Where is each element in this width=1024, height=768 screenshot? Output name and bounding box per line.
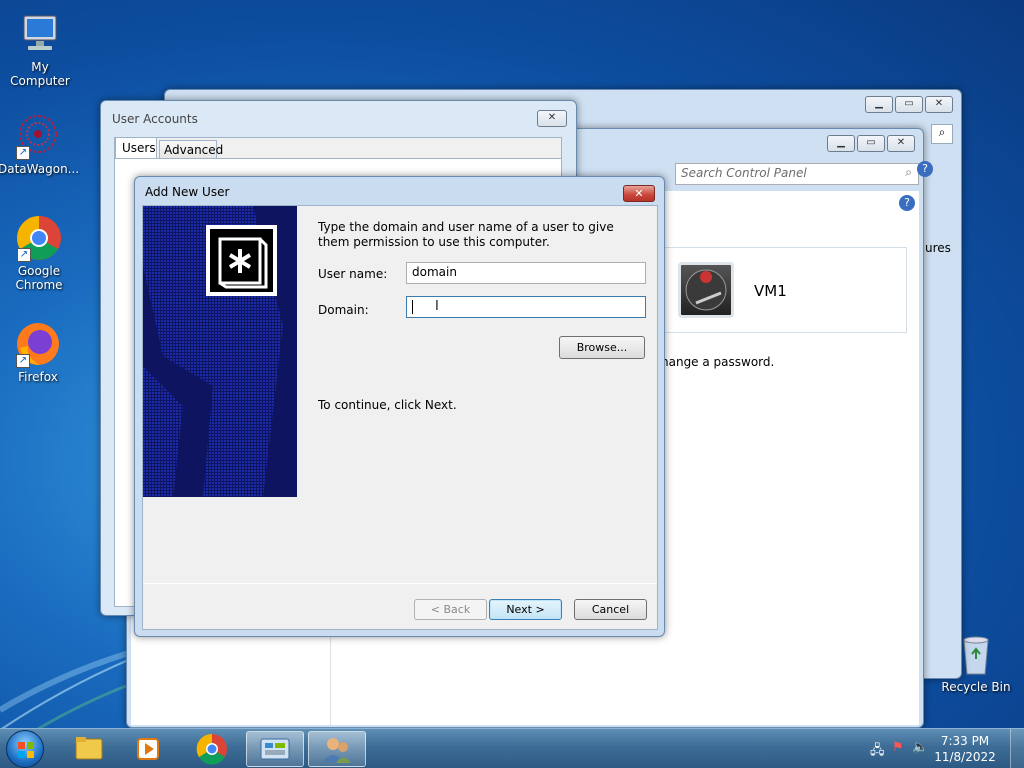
clock-date: 11/8/2022 <box>934 750 996 764</box>
control-panel-icon <box>260 738 290 760</box>
text-cursor <box>412 299 413 314</box>
tab-advanced[interactable]: Advanced <box>159 140 223 159</box>
help-icon[interactable]: ? <box>917 161 933 177</box>
taskbar-user-accounts-button[interactable] <box>308 731 366 767</box>
button-separator <box>143 583 657 584</box>
action-center-flag-icon[interactable]: ⚑ <box>892 740 904 755</box>
domain-field[interactable]: I <box>406 296 646 318</box>
shortcut-arrow-icon: ↗ <box>16 146 30 160</box>
system-tray: 🖧 ⚑ 🔈 7:33 PM 11/8/2022 <box>854 729 1024 768</box>
desktop-icon-label: DataWagon... <box>0 162 80 176</box>
dialog-body: Type the domain and user name of a user … <box>142 205 658 630</box>
desktop-icon-label: My Computer <box>10 60 70 88</box>
minimize-button[interactable]: ▁ <box>865 96 893 113</box>
chrome-icon: ↗ <box>15 214 63 262</box>
close-button[interactable]: ✕ <box>537 110 567 127</box>
desktop-icon-chrome[interactable]: ↗ Google Chrome <box>0 214 80 292</box>
shortcut-arrow-icon: ↗ <box>17 248 31 262</box>
add-new-user-dialog[interactable]: Add New User ✕ Type the domain and user … <box>134 176 665 637</box>
show-desktop-button[interactable] <box>1010 729 1024 768</box>
taskbar: 🖧 ⚑ 🔈 7:33 PM 11/8/2022 <box>0 728 1024 768</box>
close-button[interactable]: ✕ <box>925 96 953 113</box>
taskbar-control-panel-button[interactable] <box>246 731 304 767</box>
search-icon[interactable]: ⌕ <box>931 124 953 144</box>
browse-button[interactable]: Browse... <box>559 336 645 359</box>
instructions-text: Type the domain and user name of a user … <box>318 220 614 249</box>
back-button[interactable]: < Back <box>414 599 487 620</box>
close-button[interactable]: ✕ <box>887 135 915 152</box>
desktop-icon-firefox[interactable]: ↗ Firefox <box>0 320 78 384</box>
cancel-button[interactable]: Cancel <box>574 599 647 620</box>
volume-icon[interactable]: 🔈 <box>912 740 928 755</box>
help-icon[interactable]: ? <box>899 195 915 211</box>
clock-time: 7:33 PM <box>940 734 990 748</box>
shortcut-arrow-icon: ↗ <box>16 354 30 368</box>
desktop-icon-label: Recycle Bin <box>941 680 1011 694</box>
username-label: User name: <box>318 267 388 281</box>
account-picture-icon <box>678 262 734 318</box>
firefox-icon: ↗ <box>14 320 62 368</box>
media-player-icon <box>137 738 159 760</box>
wizard-banner-image <box>143 206 297 497</box>
clock[interactable]: 7:33 PM 11/8/2022 <box>930 733 1000 765</box>
username-field[interactable]: domain <box>406 262 646 284</box>
account-card[interactable]: VM1 <box>661 247 907 333</box>
tab-users[interactable]: Users <box>115 137 157 159</box>
window-title: User Accounts <box>112 112 198 126</box>
side-text-fragment: ures <box>925 241 951 255</box>
desktop-icon-datawagon[interactable]: ↗ DataWagon... <box>0 112 80 176</box>
domain-label: Domain: <box>318 303 369 317</box>
desktop-icon-label: Firefox <box>18 370 58 384</box>
chrome-icon <box>196 733 227 765</box>
users-icon <box>323 738 351 763</box>
computer-icon <box>16 10 64 58</box>
datawagon-icon: ↗ <box>14 112 62 160</box>
windows-logo-icon <box>18 742 34 758</box>
network-icon[interactable]: 🖧 <box>870 741 885 763</box>
ibeam-cursor-icon: I <box>435 299 439 314</box>
next-button[interactable]: Next > <box>489 599 562 620</box>
start-button[interactable] <box>6 730 44 768</box>
search-icon: ⌕ <box>905 165 912 179</box>
close-button[interactable]: ✕ <box>623 185 655 202</box>
window-caption-buttons: ▁ ▭ ✕ <box>865 96 953 113</box>
maximize-button[interactable]: ▭ <box>895 96 923 113</box>
folder-icon <box>75 737 103 760</box>
user-keys-icon <box>206 225 277 296</box>
maximize-button[interactable]: ▭ <box>857 135 885 152</box>
taskbar-explorer-button[interactable] <box>60 731 118 767</box>
taskbar-media-player-button[interactable] <box>120 731 178 767</box>
desktop-icon-label: Google Chrome <box>15 264 63 292</box>
account-name: VM1 <box>754 282 787 300</box>
window-caption-buttons: ▁ ▭ ✕ <box>827 135 915 152</box>
desktop-icon-my-computer[interactable]: My Computer <box>0 10 80 88</box>
continue-text: To continue, click Next. <box>318 398 457 412</box>
minimize-button[interactable]: ▁ <box>827 135 855 152</box>
dialog-title: Add New User <box>145 185 230 199</box>
search-input[interactable]: Search Control Panel ⌕ <box>675 163 919 185</box>
change-password-link[interactable]: hange a password. <box>661 355 774 369</box>
taskbar-chrome-button[interactable] <box>183 731 241 767</box>
